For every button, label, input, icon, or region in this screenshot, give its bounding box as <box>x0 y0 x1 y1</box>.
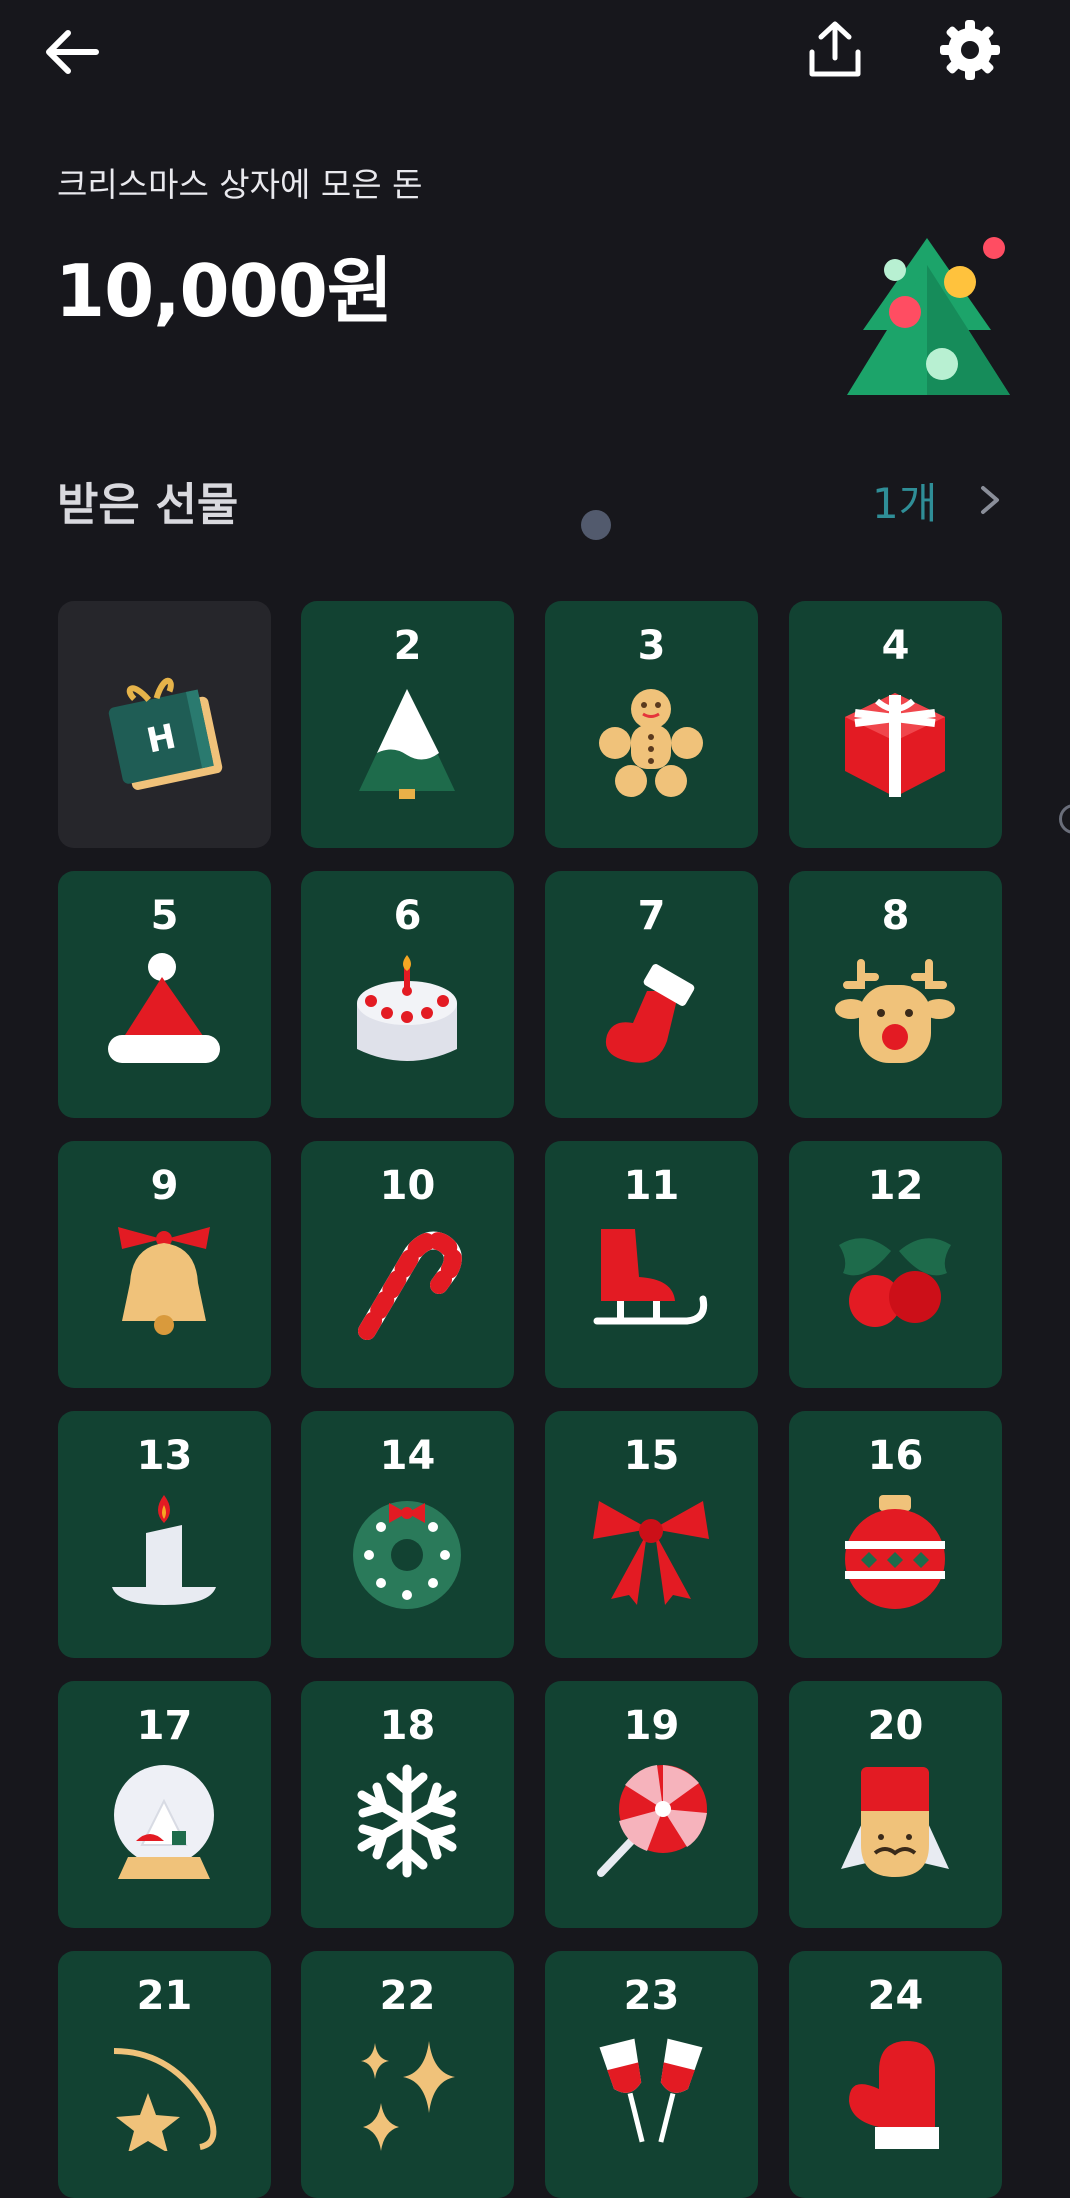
day-number: 2 <box>393 623 422 669</box>
day-number: 9 <box>150 1163 179 1209</box>
present-icon <box>845 693 945 797</box>
snowy-tree-icon <box>359 689 455 799</box>
day-number: 18 <box>379 1703 436 1749</box>
calendar-cell[interactable]: 10 <box>301 1141 514 1388</box>
day-number: 15 <box>623 1433 680 1479</box>
day-number: 4 <box>881 623 910 669</box>
mitten-icon <box>849 2041 939 2149</box>
calendar-cell[interactable]: 22 <box>301 1951 514 2198</box>
christmas-tree-icon <box>847 237 1010 395</box>
gear-icon <box>940 20 1000 80</box>
day-number: 22 <box>379 1973 436 2019</box>
day-number: 8 <box>881 893 910 939</box>
sled-icon <box>593 1229 708 1325</box>
day-number: 11 <box>623 1163 680 1209</box>
calendar-cell[interactable]: 7 <box>545 871 758 1118</box>
cake-icon <box>357 955 457 1061</box>
calendar-cell[interactable]: 6 <box>301 871 514 1118</box>
calendar-cell[interactable]: 15 <box>545 1411 758 1658</box>
received-gifts-count[interactable]: 1개 <box>872 470 937 531</box>
calendar-cell[interactable]: 24 <box>789 1951 1002 2198</box>
received-gifts-title: 받은 선물 <box>57 478 239 531</box>
sparkles-icon <box>361 2041 455 2151</box>
lollipop-icon <box>597 1765 707 1877</box>
gift-box-icon: H <box>108 677 223 790</box>
calendar-cell[interactable]: 3 <box>545 601 758 848</box>
day-number: 14 <box>379 1433 436 1479</box>
calendar-cell[interactable]: 8 <box>789 871 1002 1118</box>
ornament-icon <box>845 1495 945 1609</box>
calendar-cell[interactable]: 13 <box>58 1411 271 1658</box>
day-number: 19 <box>623 1703 680 1749</box>
calendar-cell[interactable]: 11 <box>545 1141 758 1388</box>
calendar-cell[interactable]: 19 <box>545 1681 758 1928</box>
holly-icon <box>839 1238 951 1327</box>
calendar-cell[interactable]: 2 <box>301 601 514 848</box>
santa-hat-icon <box>108 953 220 1063</box>
day-number: 24 <box>867 1973 924 2019</box>
day-number: 5 <box>150 893 179 939</box>
day-number: 17 <box>136 1703 193 1749</box>
day-number: 23 <box>623 1973 680 2019</box>
day-number: 21 <box>136 1973 193 2019</box>
candy-cane-icon <box>358 1231 462 1340</box>
saved-money-label: 크리스마스 상자에 모은 돈 <box>57 165 423 204</box>
calendar-cell[interactable]: 21 <box>58 1951 271 2198</box>
chevron-right-icon[interactable] <box>975 480 1005 520</box>
snow-globe-icon <box>114 1765 214 1879</box>
wine-glasses-icon <box>599 2038 703 2143</box>
settings-button[interactable] <box>930 10 1010 90</box>
nutcracker-icon <box>841 1767 949 1877</box>
day-number: 12 <box>867 1163 924 1209</box>
gingerbread-man-icon <box>599 689 703 797</box>
calendar-cell[interactable]: 23 <box>545 1951 758 2198</box>
saved-amount: 10,000원 <box>55 249 393 333</box>
day-number: 7 <box>637 893 666 939</box>
bell-icon <box>118 1227 210 1335</box>
candle-icon <box>112 1495 216 1605</box>
calendar-cell[interactable]: 17 <box>58 1681 271 1928</box>
calendar-cell[interactable]: 12 <box>789 1141 1002 1388</box>
edge-scroll-handle[interactable] <box>1059 804 1070 834</box>
wreath-icon <box>353 1501 461 1609</box>
calendar-cell[interactable]: 20 <box>789 1681 1002 1928</box>
top-bar <box>0 0 1070 100</box>
calendar-cell[interactable]: 18 <box>301 1681 514 1928</box>
share-upload-icon <box>809 21 861 77</box>
day-number: 10 <box>379 1163 436 1209</box>
back-button[interactable] <box>30 12 110 92</box>
scroll-indicator-dot <box>581 510 611 540</box>
shooting-star-icon <box>113 2048 217 2151</box>
arrow-left-icon <box>46 30 99 74</box>
day-number: 20 <box>867 1703 924 1749</box>
day-number: 13 <box>136 1433 193 1479</box>
reindeer-icon <box>835 959 955 1063</box>
snowflake-icon <box>357 1764 457 1878</box>
calendar-cell[interactable]: 4 <box>789 601 1002 848</box>
ribbon-bow-icon <box>593 1501 709 1605</box>
calendar-cell[interactable]: 16 <box>789 1411 1002 1658</box>
calendar-cell[interactable]: 9 <box>58 1141 271 1388</box>
calendar-cell[interactable]: 14 <box>301 1411 514 1658</box>
day-number: 6 <box>393 893 422 939</box>
calendar-cell-opened[interactable]: H <box>58 601 271 848</box>
calendar-cell[interactable]: 5 <box>58 871 271 1118</box>
stocking-icon <box>605 964 695 1063</box>
share-button[interactable] <box>795 10 875 90</box>
day-number: 3 <box>637 623 666 669</box>
day-number: 16 <box>867 1433 924 1479</box>
